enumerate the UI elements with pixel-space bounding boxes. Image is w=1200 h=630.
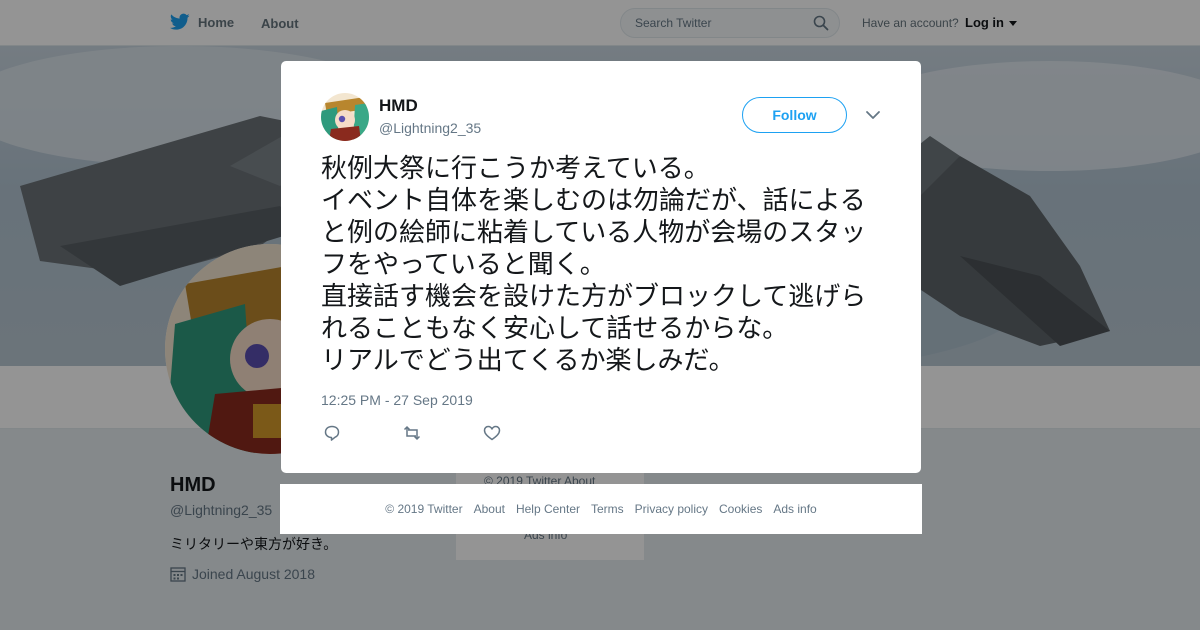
footer-about-link[interactable]: About xyxy=(474,502,505,516)
footer-help-link[interactable]: Help Center xyxy=(516,502,580,516)
reply-icon[interactable] xyxy=(323,424,341,442)
tweet-author-name[interactable]: HMD xyxy=(379,96,418,116)
footer-ads-link[interactable]: Ads info xyxy=(773,502,816,516)
footer-cookies-link[interactable]: Cookies xyxy=(719,502,762,516)
retweet-icon[interactable] xyxy=(403,424,421,442)
tweet-text: 秋例大祭に行こうか考えている。 イベント自体を楽しむのは勿論だが、話によると例の… xyxy=(321,154,867,376)
chevron-down-icon[interactable] xyxy=(865,109,881,121)
tweet-author-handle[interactable]: @Lightning2_35 xyxy=(379,120,481,136)
follow-button[interactable]: Follow xyxy=(742,97,847,133)
tweet-modal: HMD @Lightning2_35 Follow 秋例大祭に行こうか考えている… xyxy=(281,61,921,473)
footer-copyright: © 2019 Twitter xyxy=(385,502,463,516)
modal-footer-links: © 2019 Twitter About Help Center Terms P… xyxy=(280,484,922,534)
heart-icon[interactable] xyxy=(483,424,501,442)
footer-terms-link[interactable]: Terms xyxy=(591,502,624,516)
avatar-illustration xyxy=(321,93,369,141)
footer-privacy-link[interactable]: Privacy policy xyxy=(635,502,708,516)
tweet-timestamp[interactable]: 12:25 PM - 27 Sep 2019 xyxy=(321,392,473,408)
tweet-author-avatar[interactable] xyxy=(321,93,369,141)
